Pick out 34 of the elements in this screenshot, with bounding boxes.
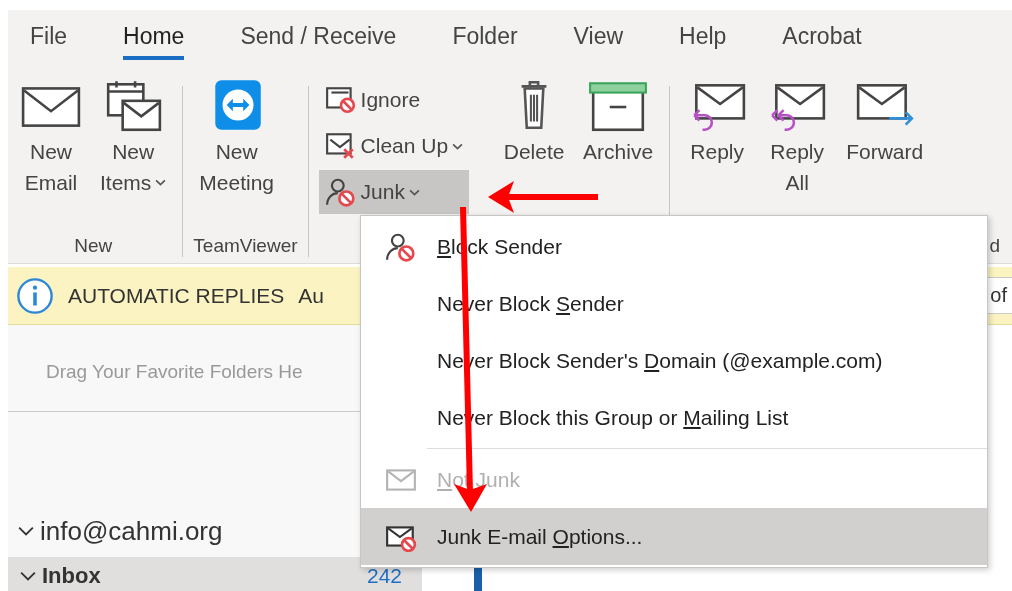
ribbon-button[interactable]: Forward <box>840 78 930 169</box>
group-label: TeamViewer <box>193 235 298 256</box>
ribbon-button[interactable]: Clean Up <box>318 124 470 168</box>
person-blocked-icon <box>385 231 417 262</box>
ribbon-tab[interactable]: Acrobat <box>782 18 862 60</box>
ribbon-button[interactable]: Archive <box>577 78 660 169</box>
group-label: d <box>989 235 1000 256</box>
banner-title: AUTOMATIC REPLIES <box>68 283 285 308</box>
ribbon-tab[interactable]: View <box>573 18 624 60</box>
info-icon <box>16 276 54 315</box>
ribbon-button[interactable]: Reply <box>680 78 755 169</box>
person-blocked-icon <box>324 177 357 207</box>
ignore-icon <box>324 85 357 115</box>
chevron-down-icon <box>18 525 34 538</box>
ribbon-tab[interactable]: Send / Receive <box>240 18 397 60</box>
ribbon-tab[interactable]: Help <box>679 18 727 60</box>
favorites-hint: Drag Your Favorite Folders He <box>45 360 304 384</box>
account-item[interactable]: info@cahmi.org <box>8 411 422 553</box>
ribbon-button[interactable]: Ignore <box>318 78 470 122</box>
folder-item[interactable]: Inbox 242 <box>8 556 422 591</box>
ribbon-button[interactable]: New Meeting <box>193 78 281 200</box>
ribbon-button[interactable]: Reply All <box>760 78 835 200</box>
menu-item[interactable]: Junk E-mail Options... <box>361 508 987 565</box>
ribbon-button[interactable]: Delete <box>497 78 572 169</box>
ribbon-tab[interactable]: Home <box>123 18 185 60</box>
archive-box-icon <box>587 80 650 132</box>
group-label: New <box>74 235 113 256</box>
ribbon-button[interactable]: New Items <box>94 78 173 200</box>
banner-text: Au <box>298 283 324 308</box>
ribbon-button[interactable]: Junk <box>318 170 470 214</box>
ribbon-button[interactable]: New Email <box>14 78 88 200</box>
chevron-down-icon <box>20 569 36 582</box>
ribbon-tab[interactable]: Folder <box>452 18 518 60</box>
ribbon-tab[interactable]: File <box>30 18 68 60</box>
